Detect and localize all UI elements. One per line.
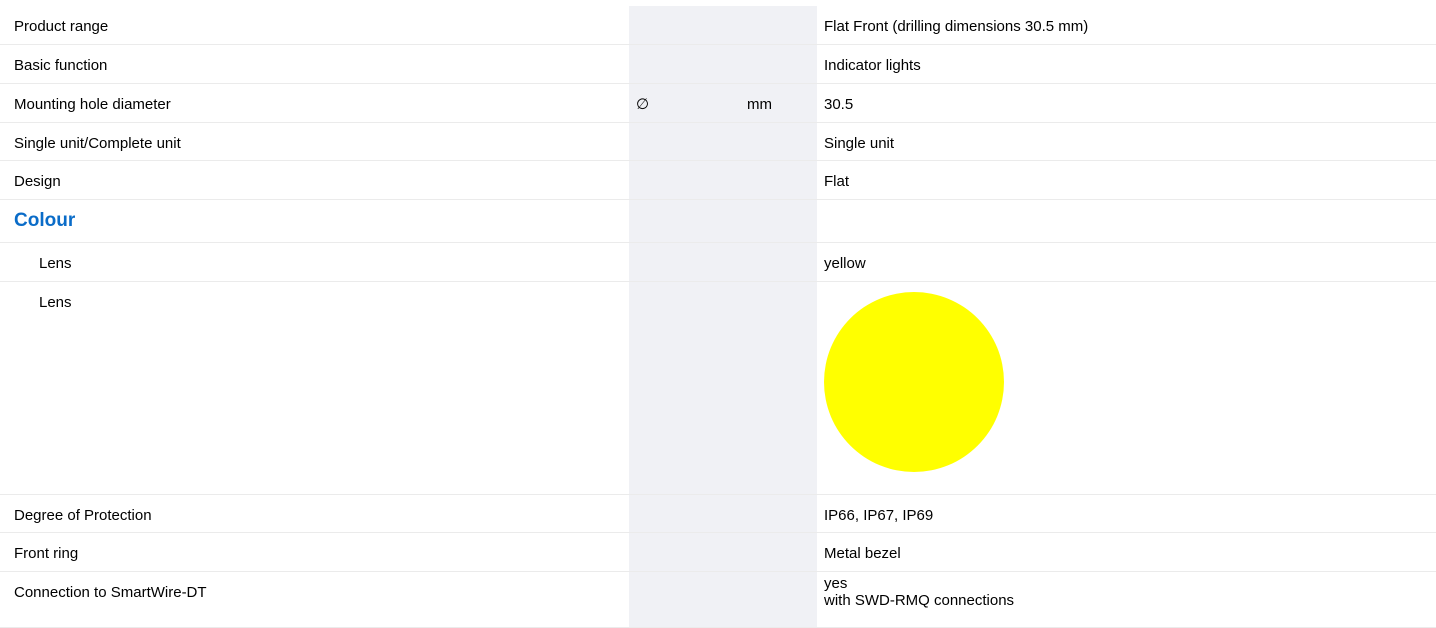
row-unit	[743, 123, 817, 135]
table-row: Product range Flat Front (drilling dimen…	[0, 6, 1436, 45]
row-unit	[743, 6, 817, 18]
table-row: Basic function Indicator lights	[0, 44, 1436, 84]
row-symbol	[629, 45, 743, 57]
spec-table: Product range Flat Front (drilling dimen…	[0, 6, 1436, 628]
row-value: Metal bezel	[824, 544, 901, 562]
table-row: Single unit/Complete unit Single unit	[0, 122, 1436, 161]
row-symbol	[629, 123, 743, 135]
table-row: Design Flat	[0, 160, 1436, 200]
row-value-line1: yes	[824, 574, 848, 592]
lens-colour-value: yellow	[824, 254, 866, 272]
row-unit	[743, 161, 817, 173]
table-row: Mounting hole diameter ∅ mm 30.5	[0, 83, 1436, 123]
row-label: Degree of Protection	[14, 506, 152, 524]
lens-colour-swatch	[824, 291, 1004, 472]
section-row-colour: Colour	[0, 199, 1436, 243]
table-row: Connection to SmartWire-DT yes with SWD-…	[0, 571, 1436, 628]
row-label: Product range	[14, 18, 109, 35]
table-row: Lens	[0, 281, 1436, 495]
row-unit	[743, 45, 817, 57]
diameter-symbol: ∅	[636, 95, 650, 113]
row-label: Design	[14, 172, 61, 190]
unit-label: mm	[747, 95, 772, 113]
row-value: Flat Front (drilling dimensions 30.5 mm)	[824, 18, 1089, 35]
row-symbol	[629, 6, 743, 18]
section-title-colour: Colour	[14, 209, 76, 231]
row-value: Indicator lights	[824, 56, 921, 74]
lens-swatch-label: Lens	[39, 293, 72, 311]
spec-page: Product range Flat Front (drilling dimen…	[0, 0, 1436, 628]
row-symbol	[629, 161, 743, 173]
row-label: Mounting hole diameter	[14, 95, 171, 113]
row-value-line2: with SWD-RMQ connections	[824, 591, 1015, 609]
row-label: Front ring	[14, 544, 79, 562]
row-value: Flat	[824, 172, 850, 190]
lens-label: Lens	[39, 254, 72, 272]
table-row: Lens yellow	[0, 242, 1436, 282]
row-label: Connection to SmartWire-DT	[14, 583, 207, 601]
row-value: Single unit	[824, 134, 895, 152]
table-row: Degree of Protection IP66, IP67, IP69	[0, 494, 1436, 533]
row-value: IP66, IP67, IP69	[824, 506, 934, 524]
row-label: Single unit/Complete unit	[14, 134, 181, 152]
row-label: Basic function	[14, 56, 108, 74]
table-row: Front ring Metal bezel	[0, 532, 1436, 572]
row-value: 30.5	[824, 95, 854, 113]
